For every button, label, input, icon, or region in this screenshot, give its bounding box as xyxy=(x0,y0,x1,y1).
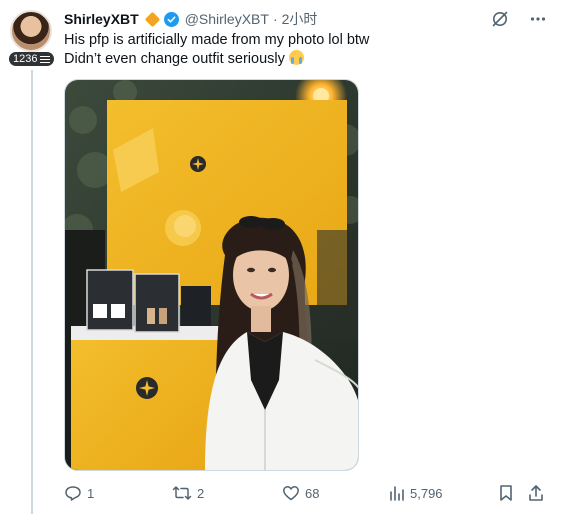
tweet[interactable]: 1236 ShirleyXBT @ShirleyXBT · 2小时 His pf… xyxy=(0,0,565,514)
avatar-badge: 1236 xyxy=(9,52,55,66)
list-icon xyxy=(40,55,51,64)
handle[interactable]: @ShirleyXBT xyxy=(185,11,269,27)
separator-dot: · xyxy=(272,11,278,27)
tweet-header: ShirleyXBT @ShirleyXBT · 2小时 xyxy=(64,10,317,28)
share-icon xyxy=(528,484,544,502)
action-bar: 1 2 68 5,796 xyxy=(64,482,549,504)
aster-logo-icon xyxy=(190,156,206,172)
tweet-line-2: Didn’t even change outfit seriously xyxy=(64,51,285,67)
tweet-line-1: His pfp is artificially made from my pho… xyxy=(64,32,370,48)
bookmark-icon xyxy=(498,484,514,502)
display-name[interactable]: ShirleyXBT xyxy=(64,11,139,27)
repost-button[interactable]: 2 xyxy=(172,482,204,504)
views-button[interactable]: 5,796 xyxy=(389,482,443,504)
blue-check-icon[interactable] xyxy=(163,11,179,27)
more-icon[interactable] xyxy=(529,10,547,33)
crying-face-emoji-icon xyxy=(288,50,304,65)
tweet-photo[interactable] xyxy=(64,79,359,471)
like-button[interactable]: 68 xyxy=(282,482,319,504)
repost-icon xyxy=(172,484,192,502)
share-button[interactable] xyxy=(528,482,544,504)
reply-icon xyxy=(64,484,82,502)
reply-button[interactable]: 1 xyxy=(64,482,94,504)
avatar-badge-count: 1236 xyxy=(13,53,38,65)
heart-icon xyxy=(282,484,300,502)
tweet-text: His pfp is artificially made from my pho… xyxy=(64,31,534,69)
views-icon xyxy=(389,485,405,501)
repost-count: 2 xyxy=(197,485,205,501)
timestamp[interactable]: 2小时 xyxy=(282,9,318,29)
orange-diamond-icon xyxy=(144,11,160,27)
photo-illustration xyxy=(65,80,358,470)
counter-logo-icon xyxy=(136,377,158,399)
top-icons xyxy=(491,10,547,33)
reply-count: 1 xyxy=(87,485,95,501)
grok-icon[interactable] xyxy=(491,10,509,33)
avatar[interactable] xyxy=(10,10,52,52)
views-count: 5,796 xyxy=(410,485,443,501)
like-count: 68 xyxy=(305,485,320,501)
thread-line xyxy=(31,70,33,514)
bookmark-button[interactable] xyxy=(498,482,514,504)
